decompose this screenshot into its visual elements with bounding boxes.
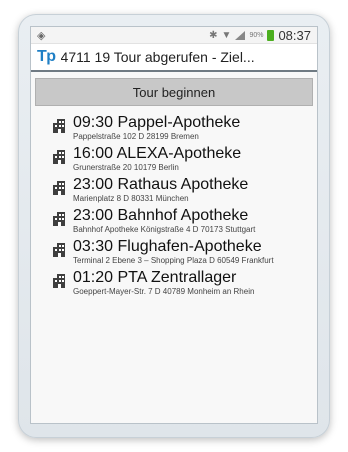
signal-icon <box>235 30 246 40</box>
stop-heading: 01:20 PTA Zentrallager <box>73 269 311 286</box>
stop-name: ALEXA-Apotheke <box>116 145 242 162</box>
stop-time: 09:30 <box>73 114 114 131</box>
stop-time: 01:20 <box>73 269 114 286</box>
bluetooth-icon: ✱ <box>209 29 218 41</box>
app-logo[interactable]: Tp <box>37 48 56 66</box>
battery-percentage: 90% <box>249 31 264 39</box>
stop-address: Grunerstraße 20 10179 Berlin <box>73 163 179 172</box>
stop-name: PTA Zentrallager <box>117 269 237 286</box>
stop-address: Goeppert-Mayer-Str. 7 D 40789 Monheim an… <box>73 287 255 296</box>
gps-icon: ◈ <box>37 29 46 42</box>
phone-screen: ◈ ✱ ▼ 90% 08:37 Tp 4711 19 Tour abgerufe… <box>30 26 318 424</box>
stop-time: 16:00 <box>73 145 114 162</box>
clock: 08:37 <box>278 27 311 43</box>
stop-item[interactable]: 16:00 ALEXA-Apotheke Grunerstraße 20 1017… <box>53 145 311 172</box>
stop-name: Bahnhof Apotheke <box>117 207 249 224</box>
stop-name: Pappel-Apotheke <box>117 114 241 131</box>
stop-name: Flughafen-Apotheke <box>117 238 262 255</box>
status-icons: ✱ ▼ 90% 08:37 <box>209 28 311 43</box>
stop-item[interactable]: 03:30 Flughafen-Apotheke Terminal 2 Ebene… <box>53 238 311 265</box>
stop-name: Rathaus Apotheke <box>117 176 249 193</box>
stop-address: Marienplatz 8 D 80331 München <box>73 194 189 203</box>
building-icon <box>53 212 65 226</box>
stop-time: 03:30 <box>73 238 114 255</box>
stop-address: Bahnhof Apotheke Königstraße 4 D 70173 S… <box>73 225 256 234</box>
building-icon <box>53 181 65 195</box>
building-icon <box>53 243 65 257</box>
app-title: 4711 19 Tour abgerufen - Ziel... <box>60 49 255 65</box>
stop-heading: 09:30 Pappel-Apotheke <box>73 114 311 131</box>
building-icon <box>53 119 65 133</box>
stop-address: Terminal 2 Ebene 3 – Shopping Plaza D 60… <box>73 256 274 265</box>
battery-icon <box>267 29 275 41</box>
stop-item[interactable]: 23:00 Bahnhof Apotheke Bahnhof Apotheke K… <box>53 207 311 234</box>
wifi-icon: ▼ <box>221 29 232 41</box>
stop-item[interactable]: 23:00 Rathaus Apotheke Marienplatz 8 D 80… <box>53 176 311 203</box>
stop-heading: 16:00 ALEXA-Apotheke <box>73 145 311 162</box>
start-tour-button[interactable]: Tour beginnen <box>35 78 313 106</box>
building-icon <box>53 274 65 288</box>
stop-heading: 23:00 Bahnhof Apotheke <box>73 207 311 224</box>
stop-heading: 03:30 Flughafen-Apotheke <box>73 238 311 255</box>
stop-heading: 23:00 Rathaus Apotheke <box>73 176 311 193</box>
stop-time: 23:00 <box>73 176 114 193</box>
stop-item[interactable]: 09:30 Pappel-Apotheke Pappelstraße 102 D … <box>53 114 311 141</box>
stop-address: Pappelstraße 102 D 28199 Bremen <box>73 132 199 141</box>
building-icon <box>53 150 65 164</box>
stop-list: 09:30 Pappel-Apotheke Pappelstraße 102 D … <box>31 114 317 296</box>
app-title-bar: Tp 4711 19 Tour abgerufen - Ziel... <box>31 44 317 72</box>
stop-time: 23:00 <box>73 207 114 224</box>
status-bar: ◈ ✱ ▼ 90% 08:37 <box>31 27 317 44</box>
stop-item[interactable]: 01:20 PTA Zentrallager Goeppert-Mayer-Str… <box>53 269 311 296</box>
